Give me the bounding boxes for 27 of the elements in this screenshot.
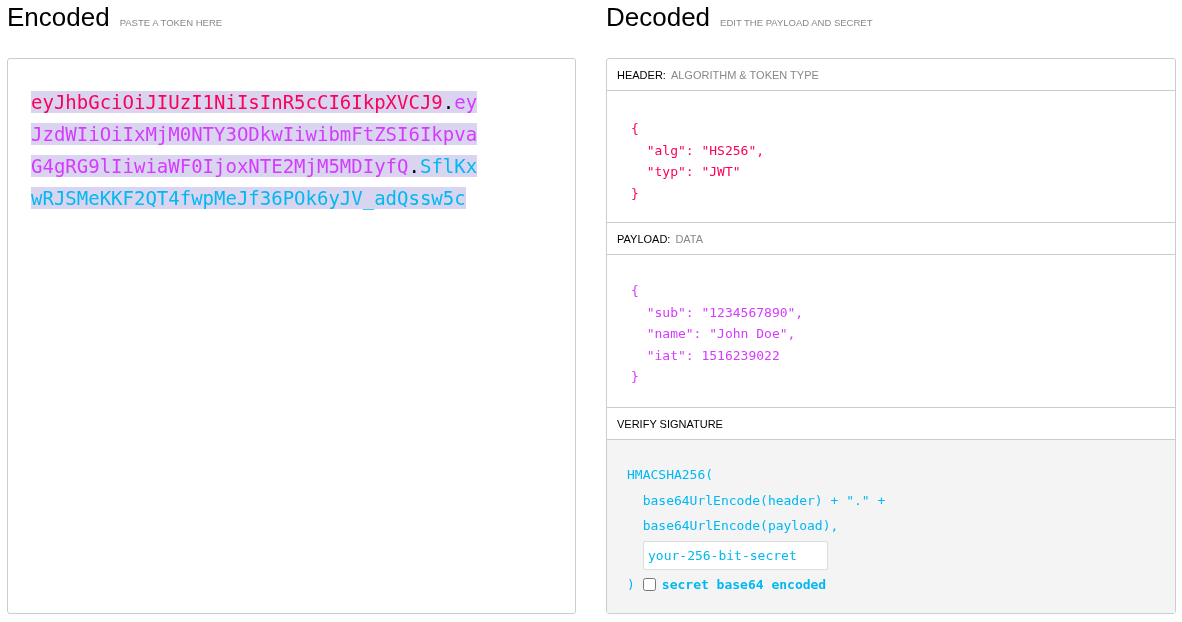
decoded-title: Decoded xyxy=(606,2,711,33)
code-line: } xyxy=(631,368,640,386)
code-line: ) xyxy=(627,575,635,594)
encoded-subtitle: PASTE A TOKEN HERE xyxy=(119,17,223,28)
section-hint: ALGORITHM & TOKEN TYPE xyxy=(670,68,819,81)
code-line: "iat": 1516239022 xyxy=(645,346,781,365)
code-line: base64UrlEncode(header) + "." + xyxy=(641,491,887,510)
code-line: "sub": "1234567890", xyxy=(645,303,805,322)
code-line: HMACSHA256( xyxy=(627,466,715,484)
checkbox-label[interactable]: secret base64 encoded xyxy=(661,573,827,595)
code-line: { xyxy=(631,282,640,300)
code-line: "name": "John Doe", xyxy=(645,325,797,343)
decoded-subtitle: EDIT THE PAYLOAD AND SECRET xyxy=(720,17,873,28)
section-label: VERIFY SIGNATURE xyxy=(617,417,723,430)
encoded-title: Encoded xyxy=(7,2,110,33)
code-line: "alg": "HS256", xyxy=(645,141,766,160)
code-line: base64UrlEncode(payload), xyxy=(641,517,840,535)
code-line: } xyxy=(631,184,640,203)
section-label: HEADER: xyxy=(617,68,666,81)
code-line: "typ": "JWT" xyxy=(645,163,742,181)
section-hint: DATA xyxy=(675,232,704,245)
token-input[interactable]: eyJhbGciOiJIUzI1NiIsInR5cCI6IkpXVCJ9.eyJzdWIiOiIxMjM0NTY3ODkwIiwibmFtZSI6IkpvaG4gRG9lIiwiaWF0IjoxNTE2MjM5MDIyfQ.SflKxwRJSMeKKF2QT4fwpMeJf36POk6yJV_adQssw5c xyxy=(7,58,576,614)
section-label: PAYLOAD: xyxy=(617,232,671,245)
base64-checkbox[interactable] xyxy=(642,577,656,591)
code-line: { xyxy=(631,120,640,138)
encoded-token: eyJhbGciOiJIUzI1NiIsInR5cCI6IkpXVCJ9.eyJzdWIiOiIxMjM0NTY3ODkwIiwibmFtZSI6IkpvaG4gRG9lIiwiaWF0IjoxNTE2MjM5MDIyfQ.SflKxwRJSMeKKF2QT4fwpMeJf36POk6yJV_adQssw5c xyxy=(31,90,479,212)
secret-input[interactable]: your-256-bit-secret xyxy=(643,540,828,570)
